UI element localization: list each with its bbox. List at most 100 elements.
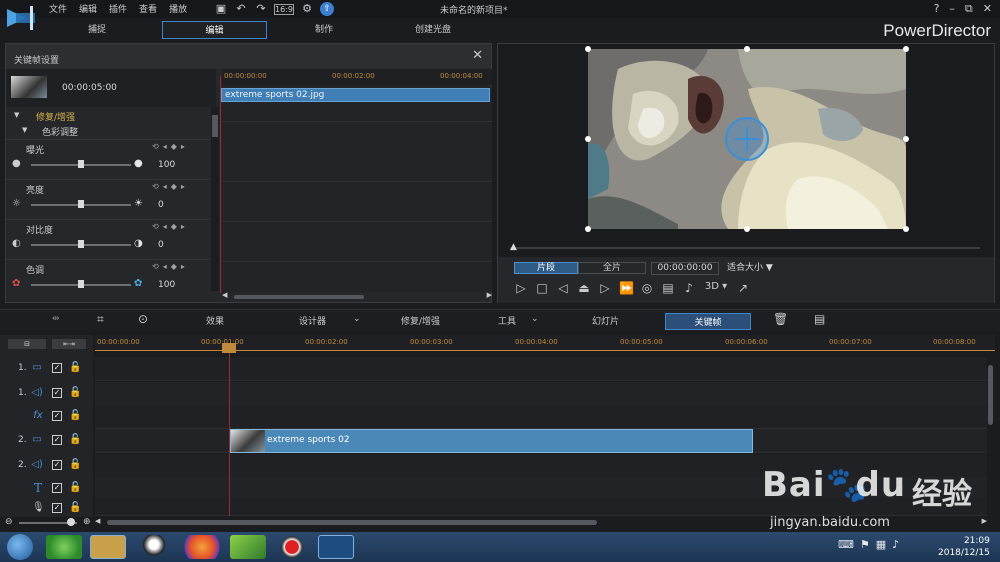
expand-icon[interactable]: ▼	[22, 126, 27, 134]
slider-knob[interactable]	[78, 160, 84, 168]
close-button[interactable]: ✕	[983, 2, 992, 16]
help-button[interactable]: ?	[934, 2, 940, 16]
designer-button[interactable]: 设计器	[299, 314, 326, 327]
qq-icon[interactable]	[136, 535, 172, 559]
next-keyframe-icon[interactable]: ▸	[181, 142, 185, 151]
track-enable-checkbox[interactable]: ✓	[52, 435, 62, 445]
fix-icon[interactable]: ⊙	[138, 312, 148, 326]
taskbar-clock[interactable]: 21:09 2018/12/15	[938, 535, 990, 559]
properties-vscrollbar[interactable]	[211, 107, 219, 291]
lock-icon[interactable]: 🔓	[69, 482, 81, 493]
prev-keyframe-icon[interactable]: ◂	[163, 262, 167, 271]
preview-seekbar[interactable]	[510, 247, 980, 249]
add-keyframe-icon[interactable]: ◆	[171, 262, 177, 271]
keyframe-hscrollbar[interactable]: ◀ ▶	[222, 291, 492, 301]
track-enable-checkbox[interactable]: ✓	[52, 460, 62, 470]
lock-icon[interactable]: 🔓	[69, 502, 81, 513]
timeline-playhead[interactable]	[229, 344, 230, 516]
movie-mode-tab[interactable]: 全片	[578, 262, 646, 274]
next-keyframe-icon[interactable]: ▸	[181, 182, 185, 191]
marker-icon[interactable]: ⏏	[577, 281, 591, 295]
slider-knob[interactable]	[78, 240, 84, 248]
fit-dropdown[interactable]: 适合大小 ▼	[724, 262, 784, 275]
track-enable-checkbox[interactable]: ✓	[52, 363, 62, 373]
slideshow-button[interactable]: 幻灯片	[592, 314, 619, 327]
track-enable-checkbox[interactable]: ✓	[52, 503, 62, 513]
resize-handle[interactable]	[585, 226, 591, 232]
fast-forward-icon[interactable]: ⏩	[619, 281, 634, 295]
recorder-icon[interactable]	[274, 535, 310, 559]
undock-icon[interactable]: ↗	[736, 281, 750, 295]
subsection-color-adjust[interactable]: 色彩调整	[42, 125, 78, 138]
action-center-icon[interactable]: ⚑	[860, 538, 870, 551]
resize-handle[interactable]	[585, 136, 591, 142]
tab-capture[interactable]: 捕捉	[40, 21, 154, 39]
resize-handle[interactable]	[903, 226, 909, 232]
split-icon[interactable]: ⇹	[52, 314, 60, 324]
track-view-button[interactable]: ⊟	[8, 339, 46, 349]
undo-icon[interactable]: ↶	[234, 2, 248, 16]
menu-view[interactable]: 查看	[139, 2, 157, 15]
track-enable-checkbox[interactable]: ✓	[52, 483, 62, 493]
lock-icon[interactable]: 🔓	[69, 362, 81, 373]
resize-handle[interactable]	[903, 136, 909, 142]
add-keyframe-icon[interactable]: ◆	[171, 182, 177, 191]
slider-knob[interactable]	[78, 200, 84, 208]
resize-handle[interactable]	[744, 226, 750, 232]
more-options-icon[interactable]: ▤	[814, 312, 825, 326]
preview-canvas[interactable]	[588, 49, 906, 229]
network-icon[interactable]: ▦	[876, 538, 886, 551]
keyframe-clip[interactable]: extreme sports 02.jpg	[221, 88, 490, 102]
prev-keyframe-icon[interactable]: ◂	[163, 222, 167, 231]
timecode-display[interactable]: 00:00:00:00	[651, 262, 719, 275]
scroll-left-icon[interactable]: ◀	[95, 517, 100, 525]
prev-frame-icon[interactable]: ◁	[556, 281, 570, 295]
menu-playback[interactable]: 播放	[169, 2, 187, 15]
redo-icon[interactable]: ↷	[254, 2, 268, 16]
expand-icon[interactable]: ▼	[14, 111, 19, 119]
next-keyframe-icon[interactable]: ▸	[181, 262, 185, 271]
menu-plugins[interactable]: 插件	[109, 2, 127, 15]
chevron-down-icon[interactable]: ⌄	[531, 314, 539, 324]
stop-icon[interactable]: □	[535, 281, 549, 295]
keyframe-track-area[interactable]	[222, 86, 492, 292]
seek-knob[interactable]: ▲	[510, 242, 517, 252]
track-enable-checkbox[interactable]: ✓	[52, 411, 62, 421]
browser-360-icon[interactable]	[46, 535, 82, 559]
zoom-in-icon[interactable]: ⊕	[83, 517, 91, 527]
scroll-left-icon[interactable]: ◀	[222, 291, 227, 299]
keyframe-button[interactable]: 关键帧	[665, 313, 751, 330]
restore-button[interactable]: ⧉	[965, 2, 973, 16]
lock-icon[interactable]: 🔓	[69, 387, 81, 398]
crop-icon[interactable]: ⌗	[97, 312, 104, 327]
playhead-handle[interactable]	[222, 343, 236, 353]
zoom-out-icon[interactable]: ⊖	[5, 517, 13, 527]
lock-icon[interactable]: 🔓	[69, 434, 81, 445]
next-frame-icon[interactable]: ▷	[598, 281, 612, 295]
resize-handle[interactable]	[744, 46, 750, 52]
prev-keyframe-icon[interactable]: ◂	[163, 142, 167, 151]
scroll-right-icon[interactable]: ▶	[487, 291, 492, 299]
lock-icon[interactable]: 🔓	[69, 410, 81, 421]
track-enable-checkbox[interactable]: ✓	[52, 388, 62, 398]
slider-knob[interactable]	[78, 280, 84, 288]
menu-file[interactable]: 文件	[49, 2, 67, 15]
tab-edit[interactable]: 编辑	[162, 21, 267, 39]
next-keyframe-icon[interactable]: ▸	[181, 222, 185, 231]
file-explorer-icon[interactable]	[90, 535, 126, 559]
firefox-icon[interactable]	[184, 535, 220, 559]
reset-icon[interactable]: ⟲	[152, 142, 159, 151]
scroll-thumb[interactable]	[988, 365, 993, 425]
play-icon[interactable]: ▷	[514, 281, 528, 295]
scroll-thumb[interactable]	[212, 115, 218, 137]
3d-mode-button[interactable]: 3D ▾	[703, 281, 729, 295]
settings-icon[interactable]: ⚙	[300, 2, 314, 16]
update-icon[interactable]: ⇧	[320, 2, 334, 16]
menu-edit[interactable]: 编辑	[79, 2, 97, 15]
tab-create-disc[interactable]: 创建光盘	[380, 21, 486, 39]
effects-button[interactable]: 效果	[206, 314, 224, 327]
reset-icon[interactable]: ⟲	[152, 262, 159, 271]
powerdirector-taskbar-icon[interactable]	[318, 535, 354, 559]
volume-icon[interactable]: ♪	[682, 281, 696, 295]
volume-icon[interactable]: ♪	[892, 538, 899, 551]
